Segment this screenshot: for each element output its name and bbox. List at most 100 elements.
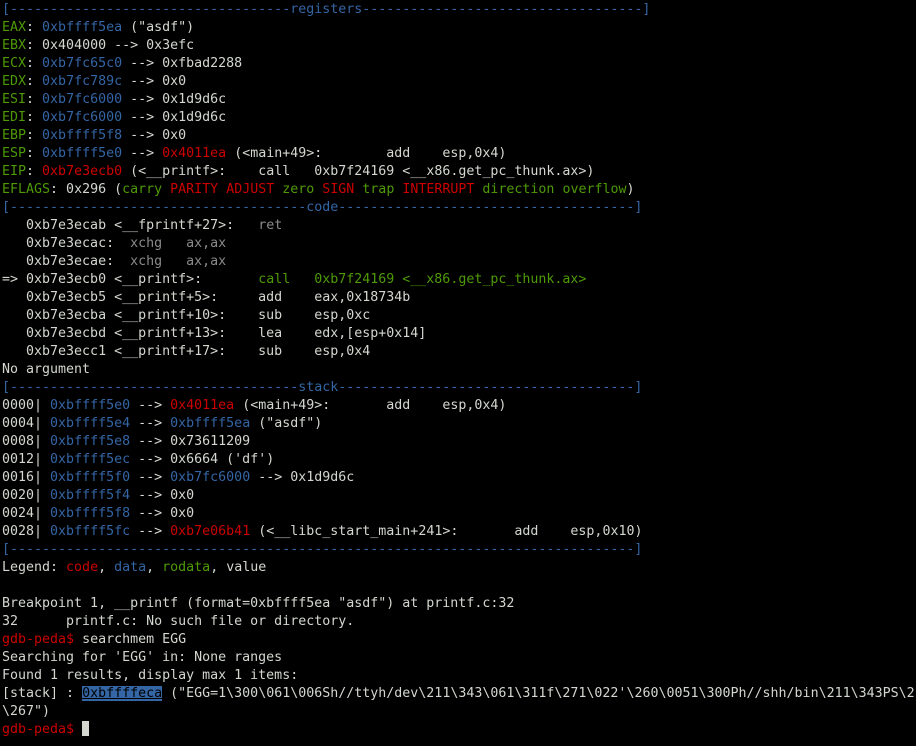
terminal-text: 0xb7e3ecac: — [2, 236, 131, 251]
terminal-line: Searching for 'EGG' in: None ranges — [2, 649, 916, 667]
terminal-text: : — [26, 146, 43, 161]
terminal-text: zero — [282, 182, 323, 197]
terminal-text: (<__libc_start_main+241>: add esp,0x10) — [250, 524, 643, 539]
terminal-line: [-----------------------------------regi… — [2, 1, 916, 19]
terminal-text: 0xb7fc65c0 — [42, 56, 123, 71]
terminal-text: Found 1 results, display max 1 items: — [2, 668, 299, 683]
terminal-text: 0xb7e3ecc1 <__printf+17>: sub esp,0x4 — [2, 344, 371, 359]
terminal-text: EFLAGS — [2, 182, 51, 197]
terminal-text: 32 printf.c: No such file or directory. — [2, 614, 355, 629]
terminal-line: [-------------------------------------co… — [2, 199, 916, 217]
terminal-line: [---------------------------------------… — [2, 541, 916, 559]
terminal-text: PARITY ADJUST — [170, 182, 283, 197]
terminal-text: 0xb7e06b41 — [170, 524, 251, 539]
terminal-text: call 0xb7f24169 <__x86.get_pc_thunk.ax> — [258, 272, 587, 287]
terminal-line: 0xb7e3ecbd <__printf+13>: lea edx,[esp+0… — [2, 325, 916, 343]
terminal-text: INTERRUPT — [402, 182, 483, 197]
terminal-text: Searching for 'EGG' in: None ranges — [2, 650, 283, 665]
terminal-line: Breakpoint 1, __printf (format=0xbffff5e… — [2, 595, 916, 613]
terminal-text: (<main+49>: add esp,0x4) — [226, 146, 507, 161]
terminal-text: ESP — [2, 146, 27, 161]
terminal-text: --> — [130, 524, 171, 539]
terminal-text: searchmem EGG — [82, 632, 187, 647]
terminal-text: --> — [130, 398, 171, 413]
terminal-line: \267") — [2, 703, 916, 721]
terminal-text: 0xb7e3ecab <__fprintf+27>: — [2, 218, 259, 233]
terminal-text: [-----------------------------------regi… — [2, 2, 651, 17]
terminal-text: 0xbffff5f8 — [50, 506, 131, 521]
terminal-text: => 0xb7e3ecb0 <__printf>: — [2, 272, 259, 287]
terminal-text: : — [26, 56, 43, 71]
terminal-text: xchg ax,ax — [130, 254, 227, 269]
terminal-text: [---------------------------------------… — [2, 542, 643, 557]
terminal-text: 0xb7e3ecbd <__printf+13>: lea edx,[esp+0… — [2, 326, 427, 341]
terminal-text: [-------------------------------------co… — [2, 200, 643, 215]
terminal-text: , — [146, 560, 163, 575]
terminal-text: --> — [130, 470, 171, 485]
terminal-text: 0xbffff5f0 — [50, 470, 131, 485]
selected-address[interactable]: 0xbffffeca — [82, 686, 163, 701]
terminal-line: No argument — [2, 361, 916, 379]
terminal-text: 0xbffff5f4 — [50, 488, 131, 503]
terminal-text: , — [98, 560, 115, 575]
terminal-text: Breakpoint 1, __printf (format=0xbffff5e… — [2, 596, 515, 611]
terminal-text: 0012| — [2, 452, 51, 467]
terminal-text: 0xbffff5e8 — [50, 434, 131, 449]
terminal-text: EAX — [2, 20, 27, 35]
terminal-text: : — [26, 164, 43, 179]
terminal-text: No argument — [2, 362, 91, 377]
terminal-text: , value — [210, 560, 267, 575]
terminal-text: --> 0x0 — [130, 488, 195, 503]
terminal-line: gdb-peda$ — [2, 721, 916, 739]
terminal-text: 0xb7e3ecae: — [2, 254, 131, 269]
terminal-text: ) — [626, 182, 635, 197]
terminal-text: --> — [130, 416, 171, 431]
terminal-text: (<__printf>: call 0xb7f24169 <__x86.get_… — [122, 164, 595, 179]
terminal-text: --> 0xfbad2288 — [122, 56, 243, 71]
terminal-line: 0016| 0xbffff5f0 --> 0xb7fc6000 --> 0x1d… — [2, 469, 916, 487]
terminal-text: : — [26, 20, 43, 35]
terminal-text: ("EGG=1\300\061\006Sh//ttyh/dev\211\343\… — [162, 686, 915, 701]
terminal-text: data — [114, 560, 147, 575]
terminal-text: : — [26, 74, 43, 89]
terminal-text: EBX — [2, 38, 27, 53]
terminal-text: [------------------------------------sta… — [2, 380, 643, 395]
terminal-text: 0x4011ea — [170, 398, 235, 413]
terminal-line: 32 printf.c: No such file or directory. — [2, 613, 916, 631]
terminal-window[interactable]: [-----------------------------------regi… — [0, 0, 916, 746]
terminal-text: 0xbffff5f8 — [42, 128, 123, 143]
terminal-line: 0020| 0xbffff5f4 --> 0x0 — [2, 487, 916, 505]
terminal-text: code — [66, 560, 99, 575]
terminal-text: 0020| — [2, 488, 51, 503]
terminal-text: SIGN — [322, 182, 363, 197]
terminal-text: --> 0x1d9d6c — [250, 470, 355, 485]
terminal-line: ECX: 0xb7fc65c0 --> 0xfbad2288 — [2, 55, 916, 73]
terminal-text: (<main+49>: add esp,0x4) — [234, 398, 507, 413]
terminal-text: gdb-peda$ — [2, 722, 83, 737]
terminal-line: EAX: 0xbffff5ea ("asdf") — [2, 19, 916, 37]
terminal-text: 0028| — [2, 524, 51, 539]
terminal-line: Found 1 results, display max 1 items: — [2, 667, 916, 685]
terminal-line: 0000| 0xbffff5e0 --> 0x4011ea (<main+49>… — [2, 397, 916, 415]
terminal-text: \267") — [2, 704, 51, 719]
terminal-text: 0xbffff5e0 — [50, 398, 131, 413]
terminal-text: 0x4011ea — [162, 146, 227, 161]
terminal-line: EFLAGS: 0x296 (carry PARITY ADJUST zero … — [2, 181, 916, 199]
terminal-text: : — [26, 128, 43, 143]
terminal-text: : — [26, 110, 43, 125]
terminal-text: 0016| — [2, 470, 51, 485]
terminal-line: 0008| 0xbffff5e8 --> 0x73611209 — [2, 433, 916, 451]
terminal-text: 0xb7fc6000 — [42, 110, 123, 125]
terminal-text: EIP — [2, 164, 27, 179]
terminal-text: rodata — [162, 560, 211, 575]
terminal-line: 0024| 0xbffff5f8 --> 0x0 — [2, 505, 916, 523]
terminal-text: : 0x296 ( — [50, 182, 123, 197]
terminal-text: xchg ax,ax — [130, 236, 227, 251]
terminal-text: 0xb7e3ecb5 <__printf+5>: add eax,0x18734… — [2, 290, 411, 305]
terminal-line: 0xb7e3ecae: xchg ax,ax — [2, 253, 916, 271]
terminal-text: --> 0x0 — [122, 74, 187, 89]
terminal-cursor[interactable] — [82, 721, 90, 736]
terminal-text: 0024| — [2, 506, 51, 521]
terminal-line: EDI: 0xb7fc6000 --> 0x1d9d6c — [2, 109, 916, 127]
